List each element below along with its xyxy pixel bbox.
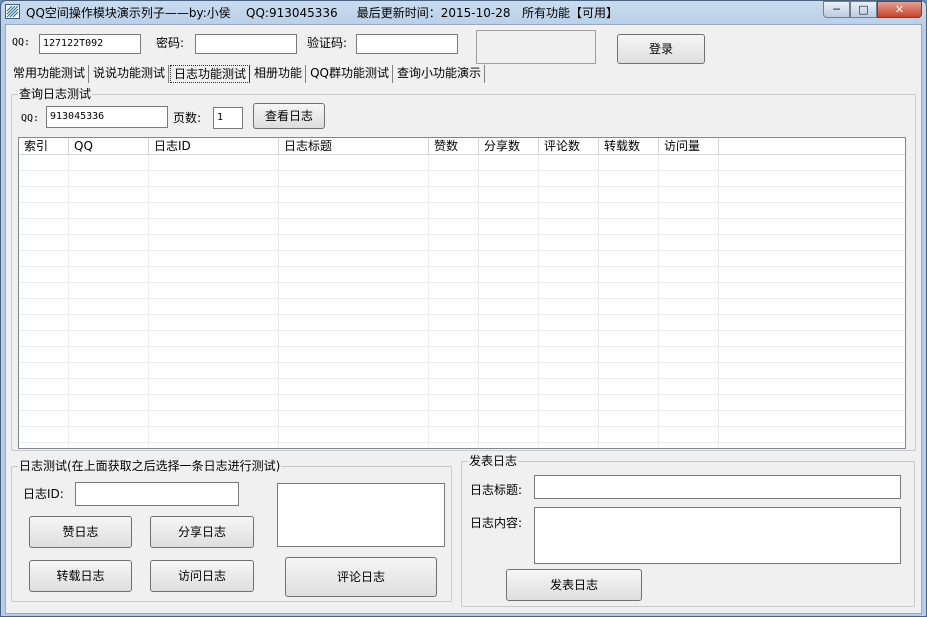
column-header[interactable]: 索引: [19, 138, 69, 154]
like-blog-button[interactable]: 赞日志: [29, 516, 132, 548]
tab-blog[interactable]: 日志功能测试: [170, 65, 251, 83]
captcha-label: 验证码:: [307, 36, 348, 50]
main-window: QQ空间操作模块演示列子——by:小侯 QQ:913045336 最后更新时间：…: [0, 0, 927, 617]
blog-title-input[interactable]: [534, 475, 901, 499]
query-group-title: 查询日志测试: [18, 87, 93, 101]
tab-album[interactable]: 相册功能: [251, 65, 307, 83]
comment-blog-button[interactable]: 评论日志: [285, 557, 437, 597]
tab-strip: 常用功能测试 说说功能测试 日志功能测试 相册功能 QQ群功能测试 查询小功能演…: [10, 65, 486, 83]
captcha-input[interactable]: [356, 34, 458, 54]
column-header[interactable]: QQ: [69, 138, 149, 154]
title-bar[interactable]: QQ空间操作模块演示列子——by:小侯 QQ:913045336 最后更新时间：…: [1, 1, 926, 23]
login-qq-input[interactable]: 127122T092: [39, 34, 141, 54]
client-area: QQ: 127122T092 密码: 验证码: 登录 常用功能测试 说说功能测试…: [5, 24, 922, 614]
login-button[interactable]: 登录: [617, 34, 705, 64]
publish-blog-button[interactable]: 发表日志: [506, 569, 642, 601]
window-title: QQ空间操作模块演示列子——by:小侯 QQ:913045336 最后更新时间：…: [26, 6, 618, 20]
blog-id-input[interactable]: [75, 482, 239, 506]
column-header[interactable]: 分享数: [479, 138, 539, 154]
page-input[interactable]: 1: [213, 107, 243, 129]
publish-group-title: 发表日志: [468, 454, 519, 468]
blog-content-label: 日志内容:: [470, 516, 523, 530]
minimize-button[interactable]: ─: [823, 1, 850, 18]
publish-group: 发表日志 日志标题: 日志内容: 发表日志: [461, 454, 915, 607]
blog-id-label: 日志ID:: [23, 487, 64, 501]
share-blog-button[interactable]: 分享日志: [150, 516, 254, 548]
repost-blog-button[interactable]: 转载日志: [29, 560, 132, 592]
tab-qqgroup[interactable]: QQ群功能测试: [307, 65, 393, 83]
grid-header: 索引 QQ 日志ID 日志标题 赞数 分享数 评论数 转载数 访问量: [19, 138, 905, 155]
blog-test-group-title: 日志测试(在上面获取之后选择一条日志进行测试): [18, 459, 282, 473]
query-qq-input[interactable]: 913045336: [46, 106, 168, 128]
blog-title-label: 日志标题:: [470, 483, 523, 497]
tab-shuoshuo[interactable]: 说说功能测试: [90, 65, 170, 83]
blog-list-grid[interactable]: 索引 QQ 日志ID 日志标题 赞数 分享数 评论数 转载数 访问量: [18, 137, 906, 449]
column-header[interactable]: 日志ID: [149, 138, 279, 154]
tab-common[interactable]: 常用功能测试: [10, 65, 90, 83]
close-button[interactable]: ✕: [877, 1, 922, 18]
login-qq-label: QQ:: [12, 37, 31, 48]
password-label: 密码:: [156, 36, 185, 50]
column-header[interactable]: 评论数: [539, 138, 599, 154]
password-input[interactable]: [195, 34, 297, 54]
column-header[interactable]: 转载数: [599, 138, 659, 154]
tab-query[interactable]: 查询小功能演示: [394, 65, 485, 83]
blog-test-group: 日志测试(在上面获取之后选择一条日志进行测试) 日志ID: 赞日志 分享日志 转…: [11, 459, 452, 602]
page-label: 页数:: [173, 111, 202, 125]
column-header[interactable]: 访问量: [659, 138, 719, 154]
maximize-button[interactable]: □: [850, 1, 877, 18]
query-qq-label: QQ:: [21, 113, 40, 124]
view-blogs-button[interactable]: 查看日志: [253, 103, 325, 129]
query-group: 查询日志测试 QQ: 913045336 页数: 1 查看日志 索引 QQ 日志…: [11, 87, 916, 451]
grid-rows[interactable]: [19, 155, 905, 448]
column-header[interactable]: 赞数: [429, 138, 479, 154]
visit-blog-button[interactable]: 访问日志: [150, 560, 254, 592]
captcha-image[interactable]: [476, 30, 596, 64]
column-header[interactable]: 日志标题: [279, 138, 429, 154]
comment-textarea[interactable]: [277, 483, 445, 547]
blog-content-textarea[interactable]: [534, 507, 901, 564]
app-icon: [5, 4, 20, 19]
